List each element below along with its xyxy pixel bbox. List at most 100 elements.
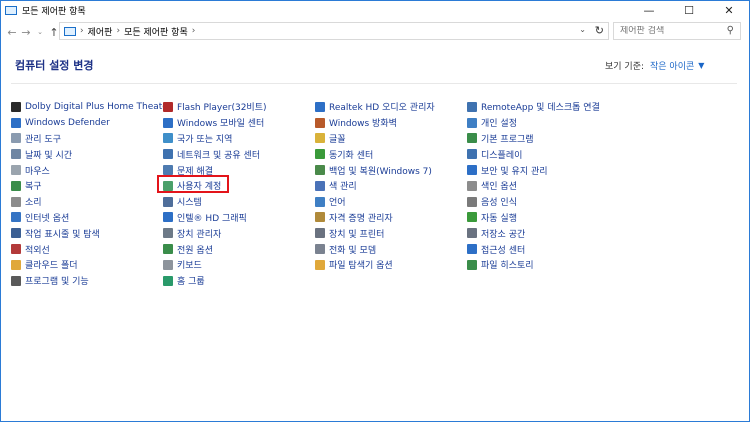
control-panel-item[interactable]: 자격 증명 관리자 bbox=[315, 210, 435, 226]
control-panel-item[interactable]: 복구 bbox=[11, 178, 172, 194]
control-panel-item[interactable]: 파일 히스토리 bbox=[467, 257, 600, 273]
control-panel-item[interactable]: 저장소 공간 bbox=[467, 225, 600, 241]
control-panel-item[interactable]: 인텔® HD 그래픽 bbox=[163, 210, 267, 226]
control-panel-item-label[interactable]: 소리 bbox=[25, 195, 42, 208]
control-panel-item-label[interactable]: 저장소 공간 bbox=[481, 227, 525, 240]
control-panel-item[interactable]: 시스템 bbox=[163, 194, 267, 210]
control-panel-item[interactable]: 디스플레이 bbox=[467, 146, 600, 162]
control-panel-item[interactable]: Windows Defender bbox=[11, 115, 172, 131]
control-panel-item[interactable]: 색 관리 bbox=[315, 178, 435, 194]
control-panel-item[interactable]: 관리 도구 bbox=[11, 131, 172, 147]
control-panel-item-label[interactable]: 색인 옵션 bbox=[481, 179, 517, 192]
control-panel-item-label[interactable]: Windows 방화벽 bbox=[329, 116, 397, 129]
control-panel-item[interactable]: 소리 bbox=[11, 194, 172, 210]
control-panel-item[interactable]: 마우스 bbox=[11, 162, 172, 178]
control-panel-item-label[interactable]: 적외선 bbox=[25, 243, 50, 256]
control-panel-item-label[interactable]: 작업 표시줄 및 탐색 bbox=[25, 227, 100, 240]
control-panel-item-label[interactable]: Flash Player(32비트) bbox=[177, 100, 267, 113]
control-panel-item[interactable]: 작업 표시줄 및 탐색 bbox=[11, 225, 172, 241]
control-panel-item-label[interactable]: 시스템 bbox=[177, 195, 202, 208]
control-panel-item-label[interactable]: 전화 및 모뎀 bbox=[329, 243, 376, 256]
control-panel-item[interactable]: 백업 및 복원(Windows 7) bbox=[315, 162, 435, 178]
breadcrumb-all-items[interactable]: 모든 제어판 항목 bbox=[124, 25, 188, 38]
control-panel-item[interactable]: 음성 인식 bbox=[467, 194, 600, 210]
chevron-right-icon[interactable]: › bbox=[192, 26, 196, 36]
recent-dropdown-icon[interactable]: ⌄ bbox=[33, 28, 47, 36]
control-panel-item-label[interactable]: 키보드 bbox=[177, 258, 202, 271]
control-panel-item[interactable]: Realtek HD 오디오 관리자 bbox=[315, 99, 435, 115]
control-panel-item[interactable]: 프로그램 및 기능 bbox=[11, 273, 172, 289]
control-panel-item-label[interactable]: Realtek HD 오디오 관리자 bbox=[329, 100, 435, 113]
control-panel-item[interactable]: 접근성 센터 bbox=[467, 241, 600, 257]
control-panel-item[interactable]: 키보드 bbox=[163, 257, 267, 273]
control-panel-item-label[interactable]: 자격 증명 관리자 bbox=[329, 211, 393, 224]
control-panel-item-label[interactable]: 인텔® HD 그래픽 bbox=[177, 211, 247, 224]
control-panel-item-label[interactable]: 홈 그룹 bbox=[177, 274, 205, 287]
control-panel-item-label[interactable]: 음성 인식 bbox=[481, 195, 517, 208]
forward-arrow-icon[interactable]: → bbox=[19, 26, 33, 39]
control-panel-item-label[interactable]: 보안 및 유지 관리 bbox=[481, 164, 548, 177]
control-panel-item-label[interactable]: 장치 및 프린터 bbox=[329, 227, 384, 240]
control-panel-item-label[interactable]: 개인 설정 bbox=[481, 116, 517, 129]
control-panel-item-label[interactable]: 백업 및 복원(Windows 7) bbox=[329, 164, 432, 177]
control-panel-item[interactable]: 전원 옵션 bbox=[163, 241, 267, 257]
control-panel-item-label[interactable]: 글꼴 bbox=[329, 132, 346, 145]
control-panel-item-label[interactable]: 기본 프로그램 bbox=[481, 132, 534, 145]
refresh-icon[interactable]: ↻ bbox=[595, 24, 604, 37]
address-dropdown-icon[interactable]: ⌄ bbox=[579, 25, 586, 34]
control-panel-item-label[interactable]: 장치 관리자 bbox=[177, 227, 221, 240]
control-panel-item[interactable]: 기본 프로그램 bbox=[467, 131, 600, 147]
close-button[interactable]: ✕ bbox=[709, 1, 749, 19]
search-box[interactable]: ⚲ bbox=[613, 22, 741, 40]
control-panel-item-label[interactable]: 관리 도구 bbox=[25, 132, 61, 145]
control-panel-item[interactable]: 인터넷 옵션 bbox=[11, 210, 172, 226]
control-panel-item-label[interactable]: Windows 모바일 센터 bbox=[177, 116, 264, 129]
control-panel-item[interactable]: 국가 또는 지역 bbox=[163, 131, 267, 147]
chevron-right-icon[interactable]: › bbox=[116, 26, 120, 36]
control-panel-item-label[interactable]: 전원 옵션 bbox=[177, 243, 213, 256]
search-input[interactable] bbox=[620, 26, 716, 36]
control-panel-item-label[interactable]: Dolby Digital Plus Home Theater bbox=[25, 102, 172, 112]
control-panel-item[interactable]: Dolby Digital Plus Home Theater bbox=[11, 99, 172, 115]
control-panel-item-label[interactable]: 디스플레이 bbox=[481, 148, 522, 161]
control-panel-item[interactable]: 언어 bbox=[315, 194, 435, 210]
control-panel-item[interactable]: Flash Player(32비트) bbox=[163, 99, 267, 115]
control-panel-item[interactable]: 적외선 bbox=[11, 241, 172, 257]
control-panel-item[interactable]: 장치 관리자 bbox=[163, 225, 267, 241]
control-panel-item-label[interactable]: 국가 또는 지역 bbox=[177, 132, 232, 145]
control-panel-item[interactable]: 클라우드 폴더 bbox=[11, 257, 172, 273]
control-panel-item[interactable]: 장치 및 프린터 bbox=[315, 225, 435, 241]
control-panel-item[interactable]: 보안 및 유지 관리 bbox=[467, 162, 600, 178]
caret-down-icon[interactable]: ▼ bbox=[698, 61, 704, 70]
control-panel-item-label[interactable]: 색 관리 bbox=[329, 179, 357, 192]
view-by-dropdown[interactable]: 작은 아이콘 bbox=[650, 59, 694, 72]
control-panel-item-label[interactable]: 프로그램 및 기능 bbox=[25, 274, 89, 287]
control-panel-item[interactable]: 홈 그룹 bbox=[163, 273, 267, 289]
search-icon[interactable]: ⚲ bbox=[727, 25, 734, 36]
control-panel-item-label[interactable]: Windows Defender bbox=[25, 118, 110, 128]
control-panel-item[interactable]: 동기화 센터 bbox=[315, 146, 435, 162]
control-panel-item[interactable]: 전화 및 모뎀 bbox=[315, 241, 435, 257]
breadcrumb-control-panel[interactable]: 제어판 bbox=[88, 25, 113, 38]
control-panel-item[interactable]: 개인 설정 bbox=[467, 115, 600, 131]
control-panel-item-label[interactable]: 파일 탐색기 옵션 bbox=[329, 258, 393, 271]
control-panel-item-label[interactable]: RemoteApp 및 데스크톱 연결 bbox=[481, 100, 600, 113]
control-panel-item-label[interactable]: 마우스 bbox=[25, 164, 50, 177]
control-panel-item[interactable]: Windows 방화벽 bbox=[315, 115, 435, 131]
control-panel-item[interactable]: 글꼴 bbox=[315, 131, 435, 147]
control-panel-item-label[interactable]: 동기화 센터 bbox=[329, 148, 373, 161]
control-panel-item[interactable]: Windows 모바일 센터 bbox=[163, 115, 267, 131]
control-panel-item-label[interactable]: 파일 히스토리 bbox=[481, 258, 534, 271]
control-panel-item-label[interactable]: 날짜 및 시간 bbox=[25, 148, 72, 161]
control-panel-item-label[interactable]: 복구 bbox=[25, 179, 42, 192]
chevron-right-icon[interactable]: › bbox=[80, 26, 84, 36]
control-panel-item[interactable]: 날짜 및 시간 bbox=[11, 146, 172, 162]
back-arrow-icon[interactable]: ← bbox=[5, 26, 19, 39]
control-panel-item-label[interactable]: 클라우드 폴더 bbox=[25, 258, 78, 271]
control-panel-item[interactable]: 자동 실행 bbox=[467, 210, 600, 226]
control-panel-item[interactable]: RemoteApp 및 데스크톱 연결 bbox=[467, 99, 600, 115]
control-panel-item-label[interactable]: 자동 실행 bbox=[481, 211, 517, 224]
control-panel-item-label[interactable]: 네트워크 및 공유 센터 bbox=[177, 148, 260, 161]
control-panel-item[interactable]: 네트워크 및 공유 센터 bbox=[163, 146, 267, 162]
control-panel-item-label[interactable]: 인터넷 옵션 bbox=[25, 211, 69, 224]
